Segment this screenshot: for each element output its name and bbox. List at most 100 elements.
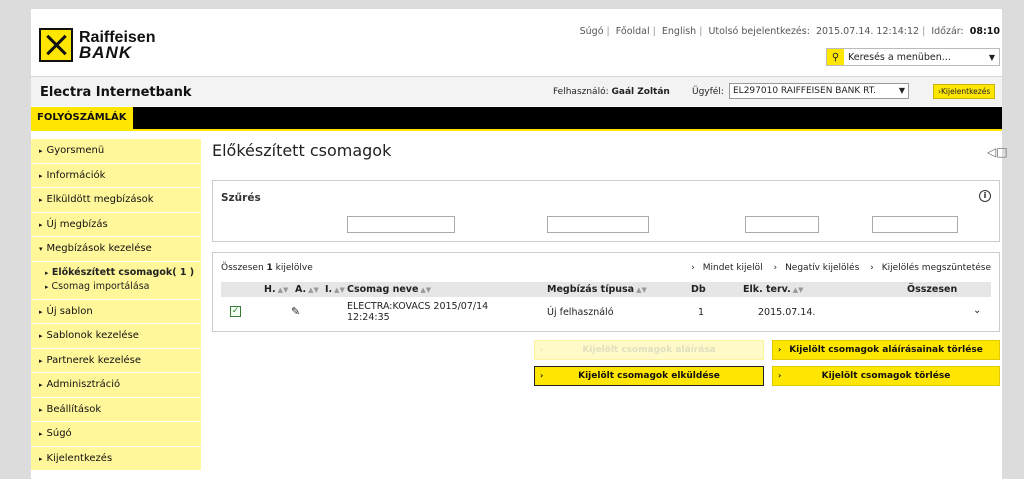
- page: Raiffeisen BANK Súgó | Főoldal | English | …: [31, 9, 1008, 479]
- client-value: EL297010 RAIFFEISEN BANK RT.: [733, 86, 877, 96]
- share-icon[interactable]: ◁□: [987, 145, 1008, 159]
- chevron-down-icon[interactable]: ⌄: [973, 305, 981, 316]
- tab-folyoszamlak[interactable]: FOLYÓSZÁMLÁK: [31, 107, 133, 129]
- sidebar-item-uj-megbizas[interactable]: ▸ Új megbízás: [31, 212, 201, 237]
- col-h[interactable]: H. ▲▼: [264, 282, 288, 298]
- sort-icon: ▲▼: [334, 286, 345, 294]
- chevron-right-icon: ▸: [39, 430, 43, 438]
- chevron-right-icon: ▸: [39, 196, 43, 204]
- home-link[interactable]: Főoldal: [616, 26, 650, 37]
- package-name: ELECTRA:KOVACS 2015/07/14 12:24:35: [347, 301, 489, 323]
- chevron-right-icon: ▸: [39, 405, 43, 414]
- chevron-right-icon: ›: [778, 345, 782, 354]
- table-header: H. ▲▼ A. ▲▼ I. ▲▼ Csomag neve ▲▼ Megbízás tí…: [221, 282, 991, 297]
- english-link[interactable]: English: [662, 26, 696, 37]
- chevron-right-icon: ›: [540, 345, 544, 354]
- chevron-right-icon: ▸: [45, 282, 49, 291]
- delete-signatures-button[interactable]: › Kijelölt csomagok aláírásainak törlése: [772, 340, 1000, 360]
- page-title: Előkészített csomagok: [212, 141, 392, 160]
- table-row[interactable]: ✓ ✎ ELECTRA:KOVACS 2015/07/14 12:24:35 Ú…: [221, 299, 991, 327]
- row-checkbox[interactable]: ✓: [230, 306, 241, 317]
- filter-input-2[interactable]: [547, 216, 649, 233]
- chevron-right-icon: ›: [540, 371, 544, 380]
- selection-actions: › Mindet kijelöl › Negatív kijelölés › Kije…: [683, 263, 991, 273]
- sidebar-item-informaciok[interactable]: ▸ Információk: [31, 163, 201, 188]
- help-link[interactable]: Súgó: [580, 26, 604, 37]
- invert-selection-link[interactable]: › Negatív kijelölés: [773, 263, 859, 273]
- chevron-right-icon: ▸: [39, 220, 43, 229]
- chevron-down-icon: ▼: [898, 86, 905, 95]
- item-count: 1: [698, 307, 705, 318]
- user-label: Felhasználó:: [553, 87, 609, 97]
- col-total[interactable]: Összesen: [907, 282, 957, 297]
- logo-line2: BANK: [79, 43, 133, 62]
- search-input[interactable]: Keresés a menüben...: [844, 52, 985, 63]
- user-info: Felhasználó: Gaál Zoltán: [553, 87, 670, 97]
- sign-packages-button[interactable]: › Kijelölt csomagok aláírása: [534, 340, 764, 360]
- search-icon: ⚲: [827, 49, 844, 65]
- logout-button[interactable]: ›Kijelentkezés: [933, 84, 996, 99]
- chevron-right-icon: ▸: [39, 381, 43, 389]
- filter-input-1[interactable]: [347, 216, 455, 233]
- sidebar-item-megbizasok-kezelese[interactable]: ▾ Megbízások kezelése: [31, 237, 201, 262]
- sidebar-item-adminisztracio[interactable]: ▸ Adminisztráció: [31, 373, 201, 398]
- sort-icon: ▲▼: [308, 286, 319, 294]
- sidebar-item-sablonok[interactable]: ▸ Sablonok kezelése: [31, 324, 201, 349]
- chevron-right-icon: ▸: [39, 454, 43, 463]
- select-all-link[interactable]: › Mindet kijelöl: [691, 263, 762, 273]
- info-icon[interactable]: i: [979, 190, 991, 202]
- edit-pencil-icon[interactable]: ✎: [291, 305, 300, 318]
- raiffeisen-cross-icon: [39, 28, 73, 62]
- timer-label: Időzár:: [931, 26, 964, 37]
- sidebar-item-gyorsmenu[interactable]: ▸ Gyorsmenü: [31, 139, 201, 164]
- col-i[interactable]: I. ▲▼: [325, 282, 345, 298]
- sidebar-subitem-import[interactable]: ▸ Csomag importálása: [45, 280, 201, 294]
- sidebar-item-kijelentkezes[interactable]: ▸ Kijelentkezés: [31, 446, 201, 471]
- app-title: Electra Internetbank: [40, 85, 192, 100]
- sidebar-item-elkuldott[interactable]: ▸ Elküldött megbízások: [31, 188, 201, 213]
- sidebar-item-uj-sablon[interactable]: ▸ Új sablon: [31, 299, 201, 324]
- col-type[interactable]: Megbízás típusa ▲▼: [547, 282, 647, 298]
- filter-input-4[interactable]: [872, 216, 958, 233]
- delete-packages-button[interactable]: › Kijelölt csomagok törlése: [772, 366, 1000, 386]
- sidebar-item-partnerek[interactable]: ▸ Partnerek kezelése: [31, 348, 201, 373]
- order-type: Új felhasználó: [547, 307, 614, 318]
- last-login-label: Utolsó bejelentkezés:: [708, 26, 810, 37]
- planned-date: 2015.07.14.: [758, 307, 816, 318]
- sort-icon: ▲▼: [792, 286, 804, 294]
- top-links: Súgó | Főoldal | English | Utolsó bejelentk…: [579, 26, 1000, 37]
- clear-selection-link[interactable]: › Kijelölés megszüntetése: [870, 263, 991, 273]
- chevron-down-icon: ▾: [39, 245, 43, 253]
- filter-panel: Szűrés i: [212, 180, 1000, 242]
- timer-value: 08:10: [969, 26, 1000, 37]
- sidebar-submenu: ▸ Előkészített csomagok( 1 ) ▸ Csomag im…: [31, 261, 201, 300]
- chevron-right-icon: ▸: [39, 171, 43, 180]
- col-date[interactable]: Elk. terv. ▲▼: [743, 282, 803, 298]
- sort-icon: ▲▼: [636, 286, 647, 294]
- tab-bar: FOLYÓSZÁMLÁK: [31, 107, 1002, 129]
- chevron-right-icon: ▸: [39, 356, 43, 365]
- sidebar: ▸ Gyorsmenü ▸ Információk ▸ Elküldött megbí…: [31, 139, 201, 471]
- chevron-right-icon: ▸: [39, 307, 43, 316]
- selection-count: Összesen 1 kijelölve: [221, 263, 313, 273]
- chevron-down-icon[interactable]: ▼: [985, 53, 999, 62]
- col-a[interactable]: A. ▲▼: [295, 282, 319, 298]
- chevron-right-icon: ›: [778, 371, 782, 380]
- filter-title: Szűrés: [221, 192, 261, 204]
- filter-input-3[interactable]: [745, 216, 819, 233]
- client-select[interactable]: EL297010 RAIFFEISEN BANK RT. ▼: [729, 83, 909, 99]
- user-name: Gaál Zoltán: [611, 87, 670, 97]
- sort-icon: ▲▼: [420, 286, 432, 294]
- send-packages-button[interactable]: › Kijelölt csomagok elküldése: [534, 366, 764, 386]
- bank-logo[interactable]: Raiffeisen BANK: [39, 25, 155, 65]
- col-db[interactable]: Db: [691, 282, 706, 297]
- sidebar-subitem-elokeszitett[interactable]: ▸ Előkészített csomagok( 1 ): [45, 266, 201, 280]
- col-name[interactable]: Csomag neve ▲▼: [347, 282, 431, 298]
- sidebar-item-sugo[interactable]: ▸ Súgó: [31, 422, 201, 447]
- divider: [31, 129, 1002, 131]
- chevron-right-icon: ▸: [39, 147, 43, 155]
- client-label: Ügyfél:: [692, 87, 724, 97]
- menu-search[interactable]: ⚲ Keresés a menüben... ▼: [826, 48, 1000, 66]
- app-header-bar: Electra Internetbank Felhasználó: Gaál Z…: [31, 76, 1002, 106]
- sidebar-item-beallitasok[interactable]: ▸ Beállítások: [31, 397, 201, 422]
